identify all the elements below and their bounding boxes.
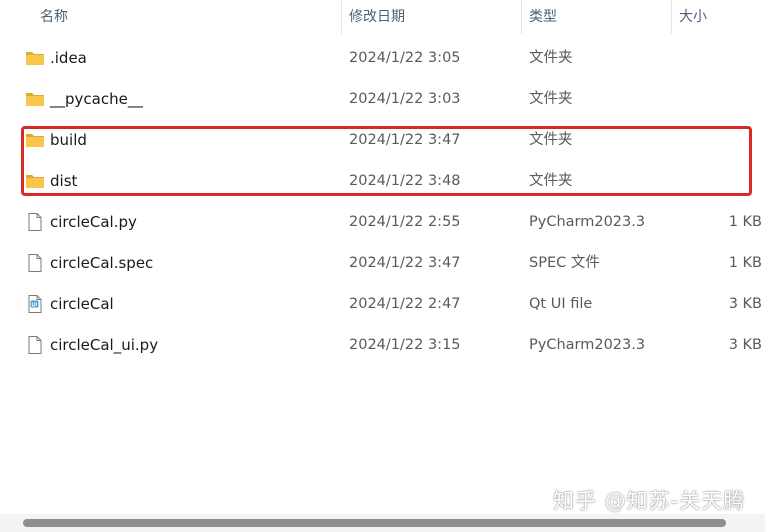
column-divider[interactable] bbox=[341, 0, 342, 34]
file-modified: 2024/1/22 3:03 bbox=[349, 91, 461, 107]
watermark: 知乎 @知苏-关天腾 bbox=[553, 489, 746, 513]
file-modified: 2024/1/22 2:47 bbox=[349, 296, 461, 312]
column-name-header[interactable]: 名称 bbox=[40, 7, 68, 27]
horizontal-scrollbar-thumb[interactable] bbox=[23, 519, 726, 527]
folder-icon bbox=[25, 89, 45, 109]
file-name: .idea bbox=[50, 49, 87, 67]
sort-ascending-icon: ˄ bbox=[180, 0, 186, 10]
file-type: 文件夹 bbox=[529, 50, 573, 66]
file-row-circlecal-ui[interactable]: circleCal 2024/1/22 2:47 Qt UI file 3 KB bbox=[0, 284, 765, 325]
file-size: 1 KB bbox=[728, 255, 762, 271]
column-size-header[interactable]: 大小 bbox=[679, 7, 707, 27]
file-row-idea[interactable]: .idea 2024/1/22 3:05 文件夹 bbox=[0, 38, 765, 79]
folder-icon bbox=[25, 48, 45, 68]
file-type: Qt UI file bbox=[529, 296, 593, 312]
file-modified: 2024/1/22 2:55 bbox=[349, 214, 461, 230]
file-size: 3 KB bbox=[728, 296, 762, 312]
file-type: 文件夹 bbox=[529, 91, 573, 107]
file-icon bbox=[25, 212, 45, 232]
column-type-header[interactable]: 类型 bbox=[529, 7, 557, 27]
file-name: __pycache__ bbox=[50, 90, 143, 108]
file-type: PyCharm2023.3 bbox=[529, 337, 646, 353]
column-divider[interactable] bbox=[521, 0, 522, 34]
file-row-circlecal-ui-py[interactable]: circleCal_ui.py 2024/1/22 3:15 PyCharm20… bbox=[0, 325, 765, 366]
column-modified-header[interactable]: 修改日期 bbox=[349, 7, 405, 27]
file-type: PyCharm2023.3 bbox=[529, 214, 646, 230]
column-header: 名称 ˄ 修改日期 类型 大小 bbox=[0, 0, 765, 34]
file-name: circleCal bbox=[50, 295, 114, 313]
file-modified: 2024/1/22 3:05 bbox=[349, 50, 461, 66]
file-size: 1 KB bbox=[728, 214, 762, 230]
file-size: 3 KB bbox=[728, 337, 762, 353]
file-name: circleCal_ui.py bbox=[50, 336, 159, 354]
qt-ui-file-icon bbox=[25, 294, 45, 314]
file-icon bbox=[25, 335, 45, 355]
file-modified: 2024/1/22 3:15 bbox=[349, 337, 461, 353]
file-name: circleCal.spec bbox=[50, 254, 154, 272]
file-modified: 2024/1/22 3:47 bbox=[349, 255, 461, 271]
file-name: circleCal.py bbox=[50, 213, 137, 231]
highlight-annotation-box bbox=[21, 126, 752, 196]
file-row-circlecal-py[interactable]: circleCal.py 2024/1/22 2:55 PyCharm2023.… bbox=[0, 202, 765, 243]
file-type: SPEC 文件 bbox=[529, 255, 600, 271]
column-divider[interactable] bbox=[671, 0, 672, 34]
file-row-pycache[interactable]: __pycache__ 2024/1/22 3:03 文件夹 bbox=[0, 79, 765, 120]
file-icon bbox=[25, 253, 45, 273]
file-row-circlecal-spec[interactable]: circleCal.spec 2024/1/22 3:47 SPEC 文件 1 … bbox=[0, 243, 765, 284]
